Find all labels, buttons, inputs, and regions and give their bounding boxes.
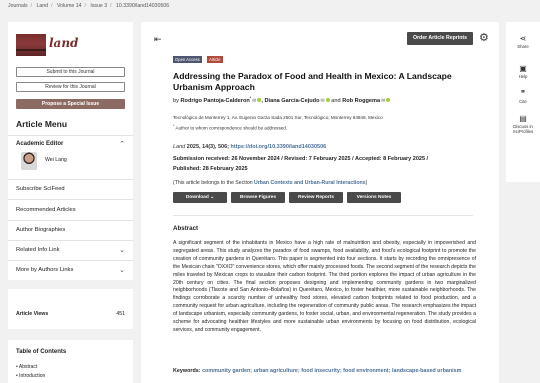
article-views-panel: Article Views 451: [8, 289, 133, 329]
abstract-text: A significant segment of the inhabitants…: [173, 240, 476, 333]
correspondence-text: Author to whom correspondence should be …: [175, 125, 288, 131]
article-type-badge: Article: [207, 56, 223, 63]
citation-details: 2025, 14(3), 506;: [186, 144, 229, 150]
editor-avatar[interactable]: [21, 152, 37, 170]
citation: Land 2025, 14(3), 506; https://doi.org/1…: [173, 144, 473, 150]
email-icon[interactable]: ✉: [381, 98, 385, 104]
orcid-icon[interactable]: [325, 98, 330, 103]
keyword-links[interactable]: community garden; urban agriculture; foo…: [202, 368, 461, 374]
discuss-button[interactable]: ▤ Discuss in SciProfiles: [506, 114, 540, 134]
browse-figures-button[interactable]: Browse Figures: [231, 192, 285, 203]
affiliation: Tecnológico de Monterrey 1, Av. Eugenio …: [173, 115, 383, 120]
article-menu-title: Article Menu: [16, 119, 68, 129]
share-button[interactable]: ⋖ Share: [506, 34, 540, 49]
chevron-down-icon[interactable]: ⌄: [119, 266, 125, 274]
divider: [173, 215, 473, 216]
orcid-icon[interactable]: [257, 98, 262, 103]
divider: [8, 135, 133, 136]
journal-logo[interactable]: [16, 34, 46, 56]
chevron-down-icon[interactable]: ⌄: [119, 246, 125, 254]
section-link[interactable]: Urban Contexts and Urban-Rural Interacti…: [254, 180, 366, 186]
breadcrumb-volume[interactable]: Volume 14: [57, 3, 82, 9]
divider: [8, 240, 133, 241]
open-access-badge[interactable]: Open Access: [173, 56, 202, 63]
article-dates: Submission received: 26 November 2024 / …: [173, 155, 473, 174]
toc-item-label[interactable]: Abstract: [19, 364, 37, 370]
toc-item-label[interactable]: Introduction: [19, 373, 45, 379]
comment-icon[interactable]: ▤: [506, 114, 540, 123]
help-label[interactable]: Help: [519, 74, 528, 79]
divider: [8, 260, 133, 261]
article-main: ⇤ Order Article Reprints ⚙ Open Access A…: [141, 22, 499, 383]
toc-item-introduction[interactable]: • Introduction: [16, 373, 45, 379]
menu-recommended-articles[interactable]: Recommended Articles: [16, 207, 76, 213]
download-button[interactable]: Download ⌄: [173, 192, 227, 203]
download-label[interactable]: Download: [186, 195, 209, 200]
dates-line: Submission received: 26 November 2024 / …: [173, 156, 429, 162]
menu-author-biographies[interactable]: Author Biographies: [16, 227, 65, 233]
breadcrumb-journals[interactable]: Journals: [8, 3, 28, 9]
propose-special-issue-button[interactable]: Propose a Special Issue: [16, 99, 125, 109]
correspondence-note: * Author to whom correspondence should b…: [173, 124, 288, 131]
published-date: Published: 28 February 2025: [173, 165, 248, 172]
breadcrumb-issue[interactable]: Issue 3: [90, 3, 107, 9]
journal-name[interactable]: land: [49, 36, 78, 50]
article-views-label: Article Views: [16, 311, 49, 317]
keywords-label: Keywords:: [173, 368, 201, 374]
academic-editor-heading[interactable]: Academic Editor: [16, 141, 63, 147]
authors-prefix: by: [173, 97, 179, 104]
review-button[interactable]: Review for this Journal: [16, 82, 125, 92]
cite-button[interactable]: ❞ Cite: [506, 89, 540, 104]
menu-more-by-authors[interactable]: More by Authors Links: [16, 267, 73, 273]
menu-related-info-link[interactable]: Related Info Link: [16, 247, 60, 253]
divider: [8, 220, 133, 221]
breadcrumb-land[interactable]: Land: [37, 3, 49, 9]
section-suffix: ): [365, 180, 368, 186]
citation-journal: Land: [173, 144, 186, 150]
submit-button[interactable]: Submit to this Journal: [16, 67, 125, 77]
divider: [8, 179, 133, 180]
author-link[interactable]: Diana Garcia-Cejudo: [264, 98, 319, 104]
section-note: (This article belongs to the Section Urb…: [173, 180, 473, 186]
order-reprints-button[interactable]: Order Article Reprints: [407, 32, 473, 45]
abstract-heading: Abstract: [173, 225, 199, 232]
keywords: Keywords: community garden; urban agricu…: [173, 368, 476, 376]
article-title: Addressing the Paradox of Food and Healt…: [173, 71, 452, 92]
email-icon[interactable]: ✉: [321, 98, 325, 104]
left-sidebar: land Submit to this Journal Review for t…: [8, 22, 133, 280]
share-label[interactable]: Share: [517, 44, 528, 49]
review-reports-button[interactable]: Review Reports: [289, 192, 343, 203]
author-list: by Rodrigo Pantoja-Calderon*✉, Diana Gar…: [173, 96, 473, 104]
divider: [8, 199, 133, 200]
toc-title: Table of Contents: [16, 349, 67, 355]
collapse-sidebar-icon[interactable]: ⇤: [154, 34, 162, 45]
chevron-up-icon[interactable]: ⌃: [119, 140, 125, 148]
share-icon[interactable]: ⋖: [506, 34, 540, 43]
chevron-down-icon[interactable]: ⌄: [210, 195, 214, 200]
breadcrumb-doi: 10.3390/land14030506: [116, 3, 170, 9]
breadcrumb: Journals / Land / Volume 14/ Issue 3/ 10.3…: [8, 3, 170, 9]
author-link[interactable]: Rodrigo Pantoja-Calderon: [180, 98, 249, 104]
menu-subscribe-scifeed[interactable]: Subscribe SciFeed: [16, 186, 65, 192]
editor-name[interactable]: Wei Lang: [45, 157, 67, 163]
help-button[interactable]: ▣ Help: [506, 64, 540, 79]
help-icon[interactable]: ▣: [506, 64, 540, 73]
orcid-icon[interactable]: [386, 98, 391, 103]
versions-notes-button[interactable]: Versions Notes: [347, 192, 401, 203]
article-views-value: 451: [116, 311, 125, 317]
right-rail: ⋖ Share ▣ Help ❞ Cite ▤ Discuss in SciProfil…: [506, 22, 540, 182]
cite-label[interactable]: Cite: [519, 99, 527, 104]
section-prefix: (This article belongs to the Section: [173, 180, 253, 186]
email-icon[interactable]: ✉: [252, 98, 256, 104]
doi-link[interactable]: https://doi.org/10.3390/land14030506: [231, 144, 327, 150]
gear-icon[interactable]: ⚙: [479, 31, 489, 44]
quote-icon[interactable]: ❞: [506, 89, 540, 98]
discuss-label[interactable]: Discuss in SciProfiles: [513, 124, 533, 134]
author-link[interactable]: Rob Roggema: [342, 98, 380, 104]
toc-item-abstract[interactable]: • Abstract: [16, 364, 37, 370]
toc-panel: Table of Contents • Abstract • Introduct…: [8, 340, 133, 383]
